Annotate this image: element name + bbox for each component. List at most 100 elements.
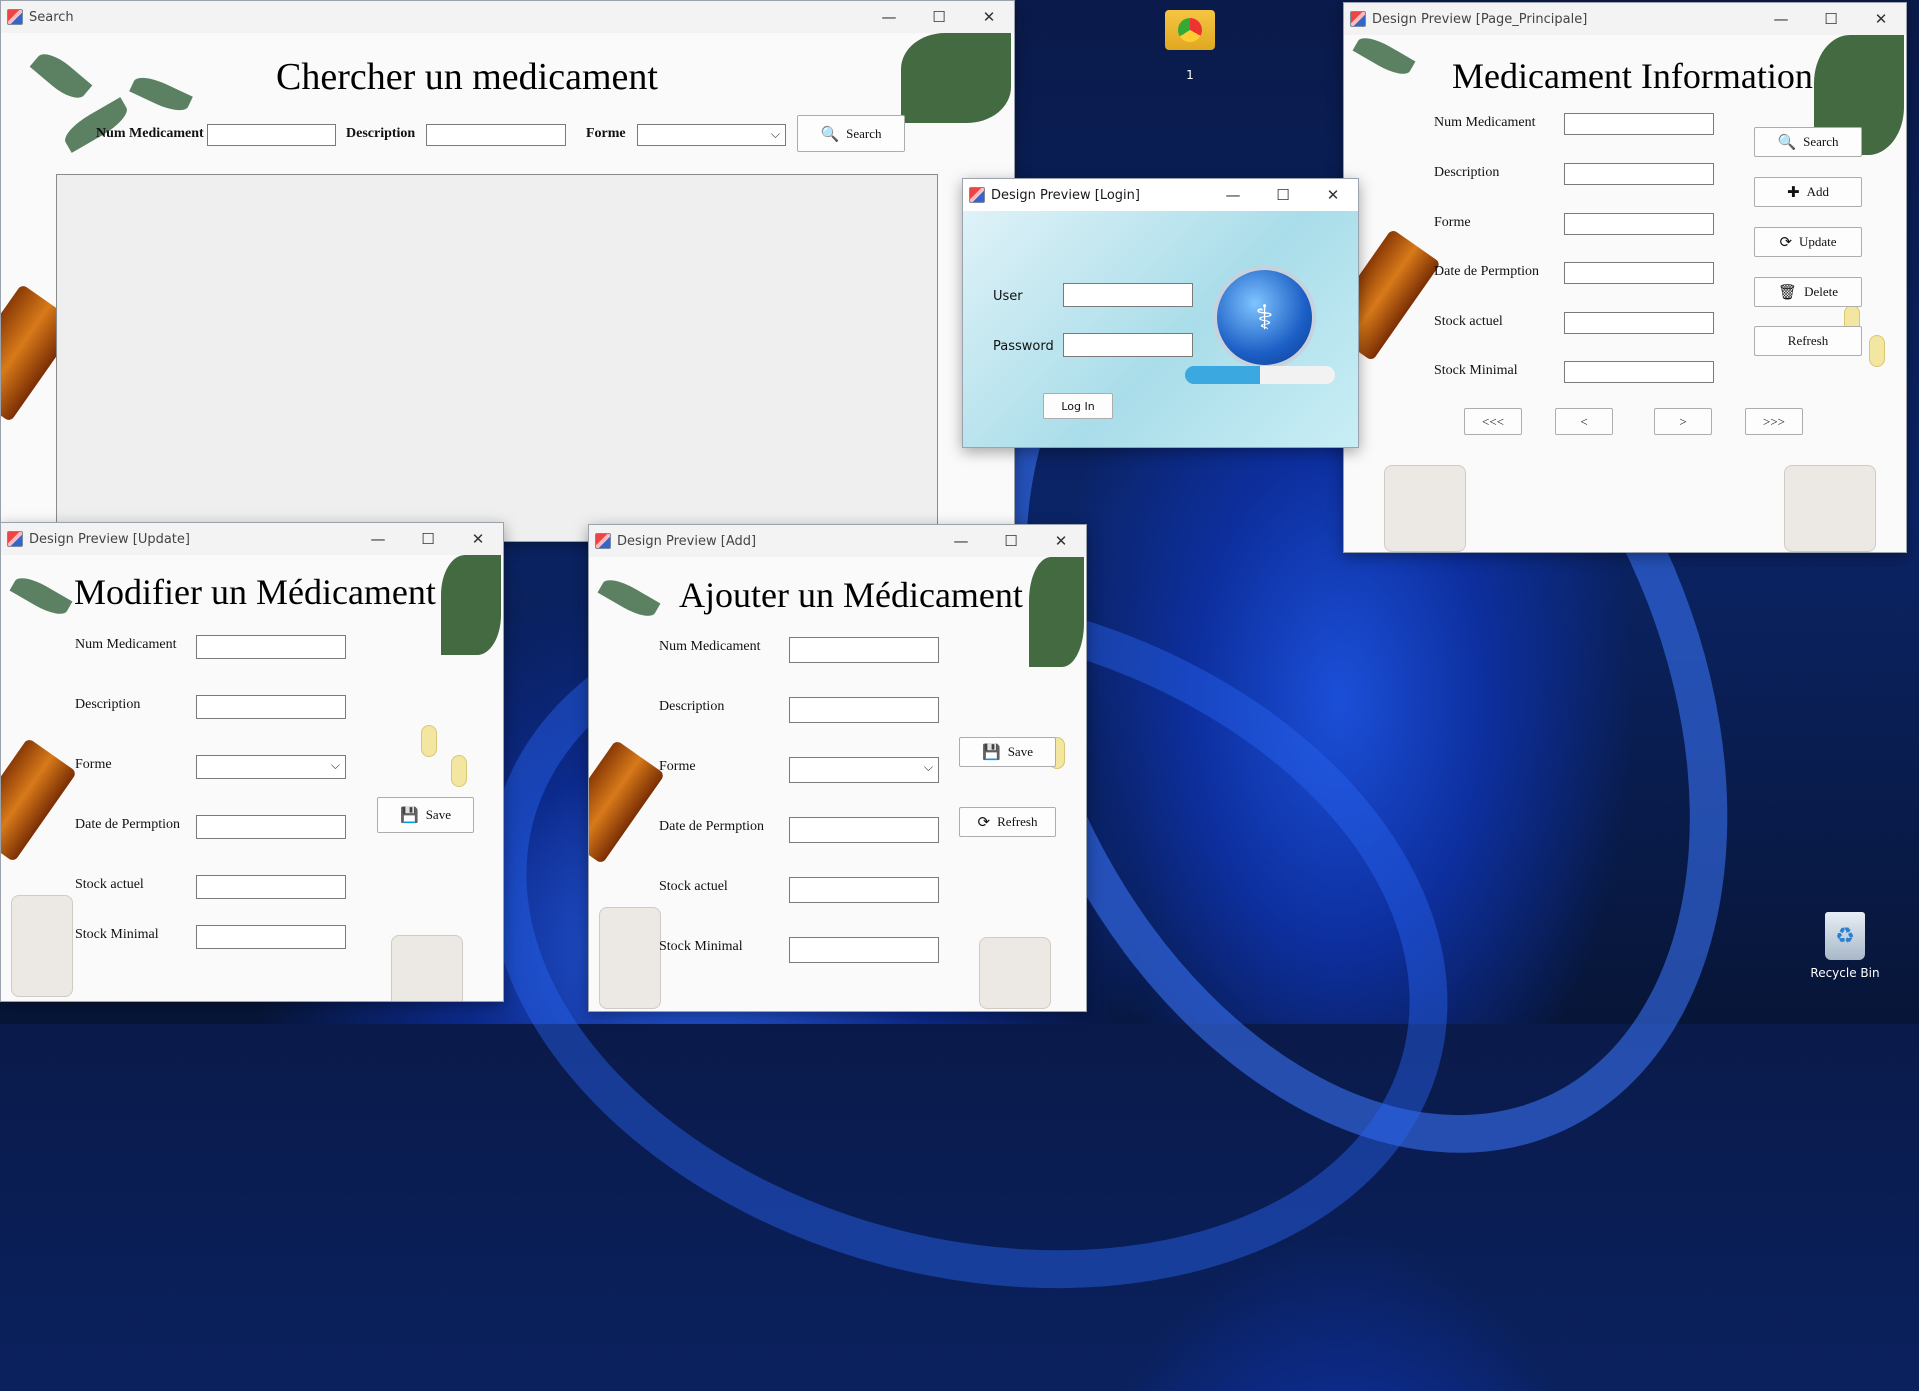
search-icon: 🔍 bbox=[820, 124, 840, 143]
page-title: Ajouter un Médicament bbox=[679, 575, 1023, 615]
stock-minimal-label: Stock Minimal bbox=[1434, 363, 1518, 378]
date-peremption-input[interactable] bbox=[196, 815, 346, 839]
results-table[interactable] bbox=[56, 174, 938, 541]
java-cup-icon bbox=[7, 9, 23, 25]
minimize-icon[interactable]: — bbox=[864, 1, 914, 33]
floppy-disk-icon: 💾 bbox=[982, 743, 1001, 761]
forme-select[interactable]: ⌵ bbox=[637, 124, 786, 146]
minimize-icon[interactable]: — bbox=[1208, 179, 1258, 211]
nav-first-label: <<< bbox=[1482, 413, 1504, 429]
pill-decoration bbox=[451, 755, 467, 787]
stock-actuel-input[interactable] bbox=[196, 875, 346, 899]
forme-select[interactable]: ⌵ bbox=[196, 755, 346, 779]
date-peremption-input[interactable] bbox=[1564, 262, 1714, 284]
num-medicament-input[interactable] bbox=[1564, 113, 1714, 135]
search-window[interactable]: Search — ☐ ✕ Chercher un medicament Num … bbox=[0, 0, 1015, 542]
leaf-decoration bbox=[129, 71, 193, 117]
maximize-icon[interactable]: ☐ bbox=[1258, 179, 1308, 211]
maximize-icon[interactable]: ☐ bbox=[1806, 3, 1856, 35]
refresh-button[interactable]: Refresh bbox=[1754, 326, 1862, 356]
desktop-recycle-bin[interactable]: ♻ Recycle Bin bbox=[1800, 912, 1890, 980]
minimize-icon[interactable]: — bbox=[936, 525, 986, 557]
forme-label: Forme bbox=[659, 759, 696, 774]
page-title: Medicament Information bbox=[1452, 56, 1813, 96]
leaf-decoration bbox=[1352, 31, 1416, 81]
description-input[interactable] bbox=[1564, 163, 1714, 185]
update-button[interactable]: ⟳ Update bbox=[1754, 227, 1862, 257]
stock-minimal-input[interactable] bbox=[789, 937, 939, 963]
search-button[interactable]: 🔍 Search bbox=[1754, 127, 1862, 157]
num-medicament-label: Num Medicament bbox=[1434, 115, 1536, 130]
num-medicament-input[interactable] bbox=[789, 637, 939, 663]
folder-label: 1 bbox=[1186, 68, 1194, 82]
delete-button[interactable]: 🗑 Delete bbox=[1754, 277, 1862, 307]
title-bar[interactable]: Search — ☐ ✕ bbox=[1, 1, 1014, 33]
description-input[interactable] bbox=[196, 695, 346, 719]
add-window[interactable]: Design Preview [Add] — ☐ ✕ Ajouter un Mé… bbox=[588, 524, 1087, 1012]
stock-actuel-input[interactable] bbox=[1564, 312, 1714, 334]
nav-prev-button[interactable]: < bbox=[1555, 408, 1613, 435]
close-icon[interactable]: ✕ bbox=[453, 523, 503, 555]
close-icon[interactable]: ✕ bbox=[964, 1, 1014, 33]
close-icon[interactable]: ✕ bbox=[1856, 3, 1906, 35]
title-bar[interactable]: Design Preview [Add] — ☐ ✕ bbox=[589, 525, 1086, 557]
refresh-icon: ⟳ bbox=[1779, 233, 1793, 251]
refresh-button[interactable]: ⟳ Refresh bbox=[959, 807, 1056, 837]
refresh-button-label: Refresh bbox=[1787, 333, 1829, 348]
page-title: Modifier un Médicament bbox=[74, 572, 436, 612]
nav-first-button[interactable]: <<< bbox=[1464, 408, 1522, 435]
user-input[interactable] bbox=[1063, 283, 1193, 307]
maximize-icon[interactable]: ☐ bbox=[914, 1, 964, 33]
maximize-icon[interactable]: ☐ bbox=[403, 523, 453, 555]
stock-actuel-input[interactable] bbox=[789, 877, 939, 903]
blister-decoration bbox=[11, 895, 73, 997]
window-title: Design Preview [Page_Principale] bbox=[1372, 11, 1588, 27]
login-window[interactable]: Design Preview [Login] — ☐ ✕ ⚕ User Pass… bbox=[962, 178, 1359, 448]
nav-last-button[interactable]: >>> bbox=[1745, 408, 1803, 435]
title-bar[interactable]: Design Preview [Login] — ☐ ✕ bbox=[963, 179, 1358, 211]
blister-decoration bbox=[391, 935, 463, 1001]
num-medicament-input[interactable] bbox=[196, 635, 346, 659]
chevron-down-icon: ⌵ bbox=[923, 760, 933, 774]
forme-select[interactable]: ⌵ bbox=[789, 757, 939, 783]
minimize-icon[interactable]: — bbox=[353, 523, 403, 555]
close-icon[interactable]: ✕ bbox=[1036, 525, 1086, 557]
description-input[interactable] bbox=[426, 124, 566, 146]
title-bar[interactable]: Design Preview [Update] — ☐ ✕ bbox=[1, 523, 503, 555]
search-icon: 🔍 bbox=[1777, 133, 1797, 151]
leaf-decoration bbox=[59, 97, 133, 153]
java-cup-icon bbox=[7, 531, 23, 547]
password-input[interactable] bbox=[1063, 333, 1193, 357]
description-label: Description bbox=[659, 699, 725, 714]
window-title: Design Preview [Login] bbox=[991, 187, 1140, 203]
update-window[interactable]: Design Preview [Update] — ☐ ✕ Modifier u… bbox=[0, 522, 504, 1002]
principal-window[interactable]: Design Preview [Page_Principale] — ☐ ✕ M… bbox=[1343, 2, 1907, 553]
add-button[interactable]: ✚ Add bbox=[1754, 177, 1862, 207]
minimize-icon[interactable]: — bbox=[1756, 3, 1806, 35]
window-title: Search bbox=[29, 9, 74, 25]
description-label: Description bbox=[346, 126, 416, 141]
maximize-icon[interactable]: ☐ bbox=[986, 525, 1036, 557]
search-button[interactable]: 🔍 Search bbox=[797, 115, 905, 152]
bottle-decoration bbox=[1, 737, 78, 863]
fern-decoration bbox=[1029, 557, 1084, 667]
save-button[interactable]: 💾 Save bbox=[377, 797, 474, 833]
date-peremption-input[interactable] bbox=[789, 817, 939, 843]
forme-input[interactable] bbox=[1564, 213, 1714, 235]
save-button-label: Save bbox=[425, 807, 451, 822]
login-button[interactable]: Log In bbox=[1043, 393, 1113, 419]
stock-minimal-input[interactable] bbox=[196, 925, 346, 949]
save-button[interactable]: 💾 Save bbox=[959, 737, 1056, 767]
folder-icon bbox=[1165, 10, 1215, 50]
description-input[interactable] bbox=[789, 697, 939, 723]
blister-decoration bbox=[1784, 465, 1876, 552]
fern-decoration bbox=[441, 555, 501, 655]
capsule-decoration bbox=[1185, 366, 1335, 384]
date-peremption-label: Date de Permption bbox=[1434, 264, 1539, 279]
stock-minimal-input[interactable] bbox=[1564, 361, 1714, 383]
nav-next-button[interactable]: > bbox=[1654, 408, 1712, 435]
desktop-folder[interactable]: 1 bbox=[1155, 10, 1225, 82]
num-medicament-input[interactable] bbox=[207, 124, 336, 146]
title-bar[interactable]: Design Preview [Page_Principale] — ☐ ✕ bbox=[1344, 3, 1906, 35]
close-icon[interactable]: ✕ bbox=[1308, 179, 1358, 211]
